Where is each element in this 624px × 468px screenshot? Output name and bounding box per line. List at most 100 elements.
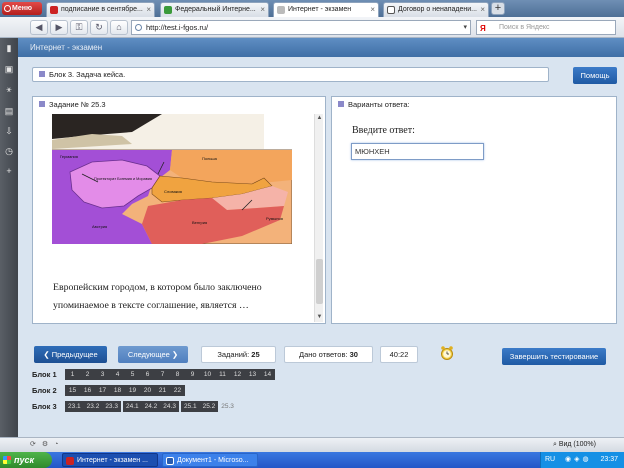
question-number-chip[interactable]: 18 bbox=[110, 385, 125, 396]
question-number-chip[interactable]: 13 bbox=[245, 369, 260, 380]
question-number-chip[interactable]: 23.2 bbox=[83, 401, 103, 412]
start-button[interactable]: пуск bbox=[0, 452, 52, 468]
forward-icon[interactable]: ▶ bbox=[50, 20, 68, 35]
question-number-chip[interactable]: 23.3 bbox=[102, 401, 121, 412]
notes-icon[interactable]: ▤ bbox=[4, 106, 14, 116]
variants-title: Варианты ответа: bbox=[348, 100, 410, 109]
browser-status-bar: ⟳⚙◔ ⌕ Вид (100%) bbox=[0, 437, 624, 452]
question-number-chip[interactable]: 22 bbox=[170, 385, 185, 396]
key-icon[interactable]: ⚿ bbox=[70, 20, 88, 35]
address-bar[interactable]: http://test.i-fgos.ru/ ▾ bbox=[131, 20, 471, 35]
tab-federal[interactable]: Федеральный Интерне... × bbox=[160, 2, 269, 17]
tasks-counter: Заданий: 25 bbox=[201, 346, 276, 363]
tab-label: Федеральный Интерне... bbox=[175, 6, 256, 13]
tab-signing[interactable]: подписание в сентябре... × bbox=[46, 2, 155, 17]
language-indicator[interactable]: RU bbox=[545, 452, 555, 468]
opera-icon bbox=[66, 457, 74, 465]
speed-icon[interactable]: ◔ bbox=[54, 441, 64, 448]
question-number-chip[interactable]: 9 bbox=[185, 369, 200, 380]
question-number-chip[interactable]: 20 bbox=[140, 385, 155, 396]
question-number-chip[interactable]: 6 bbox=[140, 369, 155, 380]
close-icon[interactable]: × bbox=[146, 3, 151, 16]
question-number-chip[interactable]: 12 bbox=[230, 369, 245, 380]
question-number-chip[interactable]: 23.1 bbox=[65, 401, 84, 412]
question-number-chip[interactable]: 10 bbox=[200, 369, 215, 380]
close-icon[interactable]: × bbox=[260, 3, 265, 16]
site-favicon-icon bbox=[164, 6, 172, 14]
question-number-chip[interactable]: 1 bbox=[65, 369, 80, 380]
taskbar-item-label: Документ1 - Microso... bbox=[177, 457, 249, 464]
sync-icon[interactable]: ⟳ bbox=[30, 441, 42, 448]
map-label-poland: Польша bbox=[202, 156, 218, 161]
tasks-counter-value: 25 bbox=[251, 350, 260, 359]
question-number-chip[interactable]: 19 bbox=[125, 385, 140, 396]
tab-label: Договор о ненападени... bbox=[398, 6, 478, 13]
block-row-3: Блок 3 23.1 23.2 23.3 24.1 24.2 24.3 25.1 25.2 2… bbox=[32, 401, 612, 412]
taskbar-item-word[interactable]: Документ1 - Microso... bbox=[162, 453, 258, 467]
question-number-chip[interactable]: 7 bbox=[155, 369, 170, 380]
reload-icon[interactable]: ↻ bbox=[90, 20, 108, 35]
close-icon[interactable]: × bbox=[370, 3, 375, 16]
taskbar-item-exam[interactable]: Интернет - экзамен ... bbox=[62, 453, 158, 467]
question-number-chip[interactable]: 11 bbox=[215, 369, 230, 380]
question-number-chip[interactable]: 4 bbox=[110, 369, 125, 380]
question-number-chip[interactable]: 5 bbox=[125, 369, 140, 380]
question-number-chip[interactable]: 3 bbox=[95, 369, 110, 380]
bullet-square-icon bbox=[39, 101, 45, 107]
scroll-thumb[interactable] bbox=[316, 259, 323, 304]
chevron-down-icon[interactable]: ▾ bbox=[463, 21, 467, 34]
block-title: Блок 3. Задача кейса. bbox=[49, 70, 126, 79]
widgets-icon[interactable]: ▣ bbox=[4, 64, 14, 74]
bookmarks-icon[interactable]: ▮ bbox=[4, 43, 14, 53]
question-number-chip[interactable]: 21 bbox=[155, 385, 170, 396]
back-icon[interactable]: ◀ bbox=[30, 20, 48, 35]
chevron-left-icon: ❮ bbox=[43, 350, 52, 359]
map-label-romania: Румыния bbox=[266, 216, 283, 221]
search-input[interactable]: Я Поиск в Яндекс bbox=[476, 20, 616, 35]
new-tab-button[interactable]: + bbox=[491, 2, 505, 15]
history-icon[interactable]: ◷ bbox=[4, 146, 14, 156]
turbo-icon[interactable]: ⚙ bbox=[42, 441, 54, 448]
tray-icons[interactable]: ◉◈◍ bbox=[565, 452, 592, 468]
magnifier-icon: ⌕ bbox=[552, 441, 557, 448]
block-row-1: Блок 1 1 2 3 4 5 6 7 8 9 10 11 12 13 14 bbox=[32, 369, 612, 380]
finish-test-button[interactable]: Завершить тестирование bbox=[502, 348, 606, 365]
globe-icon bbox=[135, 24, 142, 31]
yandex-icon: Я bbox=[480, 24, 486, 33]
tab-exam[interactable]: Интернет - экзамен × bbox=[273, 2, 379, 17]
block-2-questions: 15 16 17 18 19 20 21 22 bbox=[65, 385, 185, 396]
answer-input[interactable]: МЮНХЕН bbox=[351, 143, 484, 160]
task-scrollbar[interactable]: ▲ ▼ bbox=[314, 114, 323, 322]
tasks-counter-label: Заданий: bbox=[217, 350, 250, 359]
question-number-chip[interactable]: 2 bbox=[80, 369, 95, 380]
previous-button[interactable]: ❮ Предыдущее bbox=[34, 346, 107, 363]
answered-counter: Дано ответов: 30 bbox=[284, 346, 373, 363]
block-1-questions: 1 2 3 4 5 6 7 8 9 10 11 12 13 14 bbox=[65, 369, 275, 380]
question-number-chip[interactable]: 25.2 bbox=[199, 401, 219, 412]
home-icon[interactable]: ⌂ bbox=[110, 20, 128, 35]
question-number-chip[interactable]: 16 bbox=[80, 385, 95, 396]
help-button[interactable]: Помощь bbox=[573, 67, 617, 84]
zoom-level[interactable]: ⌕ Вид (100%) bbox=[553, 438, 596, 452]
add-panel-icon[interactable]: + bbox=[4, 166, 14, 176]
question-number-chip[interactable]: 24.2 bbox=[141, 401, 161, 412]
close-icon[interactable]: × bbox=[480, 3, 485, 16]
question-number-chip[interactable]: 25.1 bbox=[180, 401, 200, 412]
next-button[interactable]: Следующее ❯ bbox=[118, 346, 188, 363]
downloads-icon[interactable]: ⇩ bbox=[4, 126, 14, 136]
question-number-chip[interactable]: 24.1 bbox=[122, 401, 142, 412]
tab-pact[interactable]: Договор о ненападени... × bbox=[383, 2, 489, 17]
scroll-down-icon[interactable]: ▼ bbox=[315, 313, 324, 322]
map-label-germany: Германия bbox=[60, 154, 78, 159]
page-favicon-icon bbox=[277, 6, 285, 14]
question-number-chip[interactable]: 25.3 bbox=[218, 401, 237, 412]
opera-menu-button[interactable]: Меню bbox=[2, 2, 42, 15]
question-number-chip[interactable]: 14 bbox=[260, 369, 275, 380]
share-icon[interactable]: ⚹ bbox=[4, 84, 14, 94]
question-number-chip[interactable]: 24.3 bbox=[160, 401, 179, 412]
scroll-up-icon[interactable]: ▲ bbox=[315, 114, 324, 123]
wikipedia-icon bbox=[387, 6, 395, 14]
question-number-chip[interactable]: 17 bbox=[95, 385, 110, 396]
question-number-chip[interactable]: 8 bbox=[170, 369, 185, 380]
question-number-chip[interactable]: 15 bbox=[65, 385, 80, 396]
